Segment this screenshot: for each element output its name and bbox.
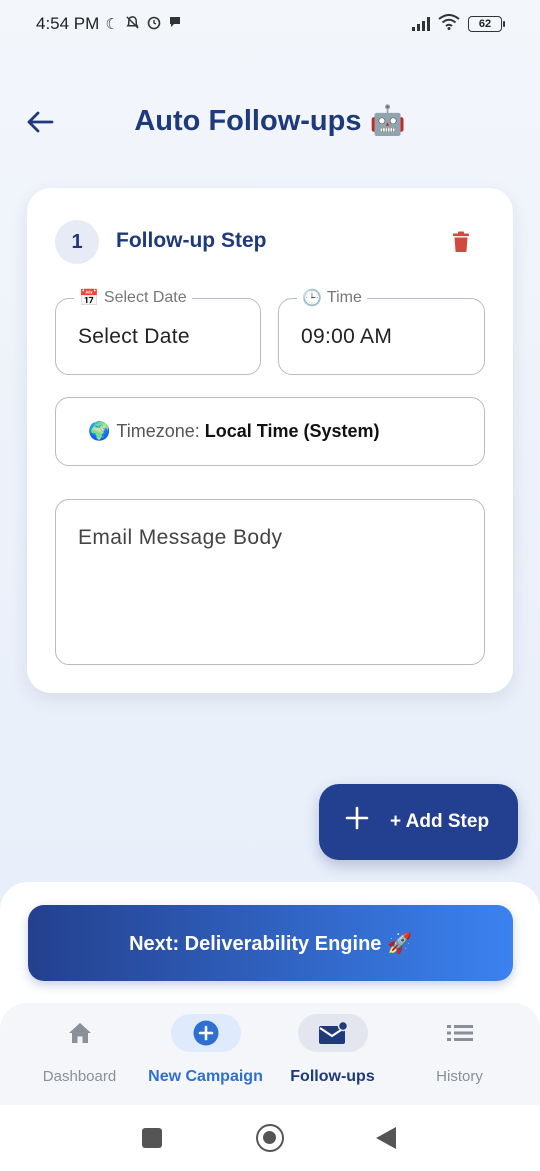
- date-field-legend: 📅 Select Date: [74, 288, 192, 308]
- recent-apps-button[interactable]: [142, 1128, 162, 1148]
- add-circle-icon: [193, 1020, 219, 1046]
- time-field-value: 09:00 AM: [301, 325, 393, 348]
- header: Auto Follow-ups 🤖: [0, 96, 540, 152]
- status-bar: 4:54 PM ☾ 62: [0, 0, 540, 48]
- email-body-input[interactable]: Email Message Body: [55, 499, 485, 665]
- alarm-icon: [146, 14, 162, 34]
- nav-item-dashboard[interactable]: Dashboard: [17, 1003, 142, 1105]
- globe-icon: 🌍: [88, 421, 111, 441]
- email-body-placeholder: Email Message Body: [78, 526, 283, 549]
- home-button[interactable]: [256, 1124, 284, 1152]
- nav-new-campaign-label: New Campaign: [148, 1068, 263, 1085]
- nav-item-history[interactable]: History: [397, 1003, 522, 1105]
- nav-dashboard-pill: [45, 1014, 115, 1052]
- wifi-icon: [438, 13, 460, 35]
- nav-new-campaign-pill: [171, 1014, 241, 1052]
- status-right: 62: [412, 13, 505, 35]
- next-deliverability-button[interactable]: Next: Deliverability Engine 🚀: [28, 905, 513, 981]
- home-icon: [69, 1023, 91, 1043]
- status-left: 4:54 PM ☾: [36, 14, 182, 34]
- clock-icon: 🕒: [302, 290, 322, 307]
- page-title: Auto Follow-ups 🤖: [134, 105, 406, 137]
- date-field-value: Select Date: [78, 325, 190, 348]
- system-navigation-bar: [0, 1105, 540, 1171]
- time-picker-field[interactable]: 🕒 Time 09:00 AM: [278, 288, 485, 375]
- step-title: Follow-up Step: [116, 229, 267, 252]
- add-step-button[interactable]: + Add Step: [319, 784, 518, 860]
- trash-icon: [453, 231, 469, 252]
- timezone-label: Timezone:: [116, 421, 200, 441]
- list-icon: [447, 1025, 473, 1041]
- nav-history-label: History: [436, 1068, 483, 1085]
- step-number-badge: 1: [55, 220, 99, 264]
- system-back-button[interactable]: [376, 1127, 396, 1149]
- mail-badge-icon: [319, 1021, 348, 1044]
- signal-icon: [412, 17, 430, 31]
- timezone-value: Local Time (System): [204, 421, 380, 441]
- bottom-navigation: Dashboard New Campaign Follow-ups Histor…: [0, 1003, 540, 1105]
- nav-item-follow-ups[interactable]: Follow-ups: [270, 1003, 395, 1105]
- delete-step-button[interactable]: [447, 227, 475, 257]
- status-time: 4:54 PM: [36, 14, 100, 33]
- battery-icon: 62: [468, 16, 505, 32]
- nav-dashboard-label: Dashboard: [42, 1068, 117, 1085]
- time-field-legend: 🕒 Time: [297, 288, 367, 308]
- plus-icon: [345, 806, 369, 830]
- time-field-label: Time: [326, 289, 362, 306]
- calendar-icon: 📅: [79, 290, 99, 307]
- follow-up-step-card: 1 Follow-up Step 📅 Select Date Select Da…: [27, 188, 513, 693]
- date-field-label: Select Date: [103, 289, 187, 306]
- bell-off-icon: [125, 15, 140, 34]
- nav-history-pill: [425, 1014, 495, 1052]
- add-step-label: + Add Step: [390, 811, 490, 832]
- nav-item-new-campaign[interactable]: New Campaign: [143, 1003, 268, 1105]
- date-picker-field[interactable]: 📅 Select Date Select Date: [55, 288, 261, 375]
- battery-level: 62: [478, 18, 492, 30]
- nav-follow-ups-label: Follow-ups: [290, 1068, 375, 1085]
- moon-icon: ☾: [105, 16, 119, 33]
- chat-bubble-icon: [168, 15, 182, 33]
- nav-follow-ups-pill: [298, 1014, 368, 1052]
- timezone-selector[interactable]: 🌍 Timezone: Local Time (System): [55, 397, 485, 466]
